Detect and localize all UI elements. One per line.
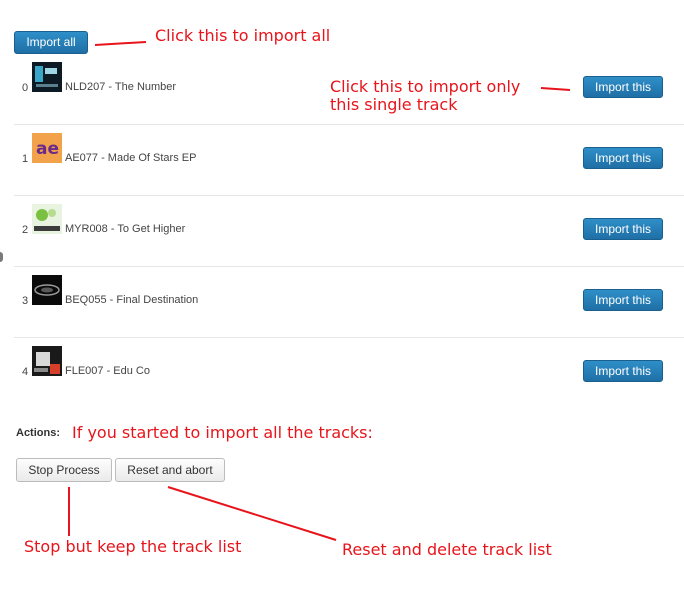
cover-art-thumbnail — [32, 62, 62, 92]
track-index: 0 — [22, 82, 29, 94]
track-index: 3 — [22, 295, 29, 307]
import-this-button[interactable]: Import this — [583, 76, 663, 98]
arrow-line-import-all — [94, 41, 147, 46]
track-title: BEQ055 - Final Destination — [65, 294, 199, 306]
annotation-started-all: If you started to import all the tracks: — [72, 423, 373, 442]
import-this-button[interactable]: Import this — [583, 147, 663, 169]
track-title: NLD207 - The Number — [65, 81, 177, 93]
track-index: 4 — [22, 366, 29, 378]
annotation-import-all: Click this to import all — [155, 26, 331, 45]
track-row: 4 FLE007 - Edu Co Import this — [14, 338, 684, 409]
import-this-button[interactable]: Import this — [583, 218, 663, 240]
cover-art-thumbnail — [32, 204, 62, 234]
reset-and-abort-button[interactable]: Reset and abort — [115, 458, 225, 482]
stop-process-button[interactable]: Stop Process — [16, 458, 112, 482]
annotation-reset-note: Reset and delete track list — [342, 540, 552, 559]
import-all-button[interactable]: Import all — [14, 31, 88, 54]
track-index: 1 — [22, 153, 29, 165]
svg-text:ae: ae — [36, 139, 59, 159]
track-title: FLE007 - Edu Co — [65, 365, 150, 377]
track-index: 2 — [22, 224, 29, 236]
scroll-handle[interactable] — [0, 252, 3, 262]
annotation-stop-note: Stop but keep the track list — [24, 537, 242, 556]
import-this-button[interactable]: Import this — [583, 289, 663, 311]
track-row: 2 MYR008 - To Get Higher Import this — [14, 196, 684, 267]
arrow-line-reset — [167, 486, 337, 541]
import-this-button[interactable]: Import this — [583, 360, 663, 382]
actions-label: Actions: — [16, 427, 60, 439]
track-title: AE077 - Made Of Stars EP — [65, 152, 197, 164]
annotation-import-single-line1: Click this to import only — [330, 77, 521, 96]
cover-art-thumbnail: ae — [32, 133, 62, 163]
cover-art-thumbnail — [32, 275, 62, 305]
track-row: 1 ae AE077 - Made Of Stars EP Import thi… — [14, 125, 684, 196]
annotation-import-single-line2: this single track — [330, 95, 458, 114]
cover-art-thumbnail — [32, 346, 62, 376]
track-row: 3 BEQ055 - Final Destination Import this — [14, 267, 684, 338]
track-title: MYR008 - To Get Higher — [65, 223, 186, 235]
